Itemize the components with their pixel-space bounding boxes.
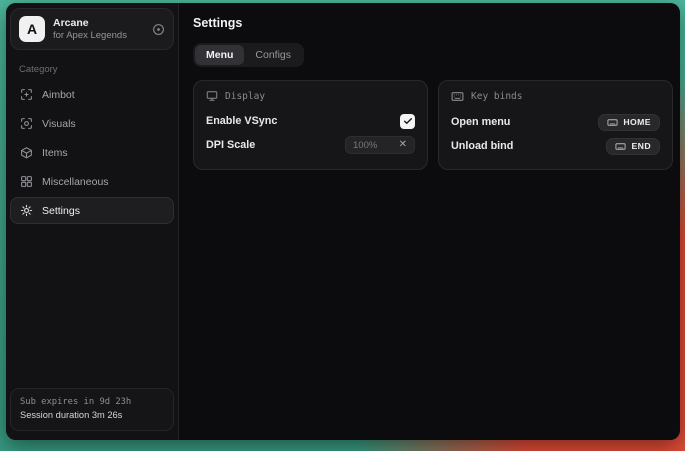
open-menu-keybind[interactable]: HOME	[598, 114, 660, 131]
crosshair-scan-icon	[20, 88, 33, 101]
category-label: Category	[19, 64, 174, 75]
app-logo: A	[19, 16, 45, 42]
session-duration-text: Session duration 3m 26s	[20, 409, 164, 423]
main-content: Settings Menu Configs Display Enable VSy…	[179, 3, 680, 440]
app-header-card: A Arcane for Apex Legends	[10, 8, 174, 50]
sidebar-item-label: Aimbot	[42, 89, 75, 101]
app-logo-letter: A	[27, 21, 37, 37]
sidebar-item-visuals[interactable]: Visuals	[10, 110, 174, 137]
open-menu-row: Open menu HOME	[451, 110, 660, 134]
sidebar-item-miscellaneous[interactable]: Miscellaneous	[10, 168, 174, 195]
display-card-title: Display	[225, 91, 265, 102]
unload-bind-row: Unload bind END	[451, 134, 660, 158]
app-subtitle: for Apex Legends	[53, 30, 144, 42]
keyboard-icon	[607, 117, 618, 128]
tab-bar: Menu Configs	[193, 43, 304, 67]
sidebar-item-label: Settings	[42, 205, 80, 217]
sidebar-item-label: Miscellaneous	[42, 176, 109, 188]
sub-expires-text: Sub expires in 9d 23h	[20, 396, 164, 409]
keyboard-icon	[451, 90, 464, 103]
keybinds-card-title: Key binds	[471, 91, 522, 102]
dpi-scale-input[interactable]: 100% ✕	[345, 136, 415, 154]
display-card: Display Enable VSync DPI Scale 100% ✕	[193, 80, 428, 170]
keyboard-icon	[615, 141, 626, 152]
vsync-label: Enable VSync	[206, 115, 277, 127]
sidebar-item-items[interactable]: Items	[10, 139, 174, 166]
keybinds-card-header: Key binds	[451, 90, 660, 103]
app-window: A Arcane for Apex Legends Category Aimbo…	[6, 3, 680, 440]
vsync-row: Enable VSync	[206, 109, 415, 133]
open-menu-label: Open menu	[451, 116, 510, 128]
dpi-scale-label: DPI Scale	[206, 139, 255, 151]
open-menu-key: HOME	[623, 117, 651, 127]
gear-icon	[20, 204, 33, 217]
clear-icon[interactable]: ✕	[399, 140, 407, 150]
sidebar-item-label: Visuals	[42, 118, 76, 130]
sidebar-item-label: Items	[42, 147, 68, 159]
package-icon	[20, 146, 33, 159]
subscription-card: Sub expires in 9d 23h Session duration 3…	[10, 388, 174, 431]
scan-eye-icon	[20, 117, 33, 130]
unload-bind-key: END	[631, 141, 651, 151]
monitor-icon	[206, 90, 218, 102]
vsync-checkbox[interactable]	[400, 114, 415, 129]
keybinds-card: Key binds Open menu HOME Unload bind	[438, 80, 673, 170]
sidebar: A Arcane for Apex Legends Category Aimbo…	[6, 3, 179, 440]
settings-cards: Display Enable VSync DPI Scale 100% ✕	[193, 80, 673, 170]
sidebar-item-settings[interactable]: Settings	[10, 197, 174, 224]
dpi-scale-row: DPI Scale 100% ✕	[206, 133, 415, 157]
dpi-scale-value: 100%	[353, 140, 377, 151]
circle-dot-icon[interactable]	[152, 23, 165, 36]
category-nav: Aimbot Visuals Items Miscellaneous	[10, 81, 174, 224]
unload-bind-keybind[interactable]: END	[606, 138, 660, 155]
app-name: Arcane	[53, 17, 144, 30]
grid-icon	[20, 175, 33, 188]
page-title: Settings	[193, 16, 673, 30]
tab-configs[interactable]: Configs	[244, 45, 302, 65]
unload-bind-label: Unload bind	[451, 140, 513, 152]
tab-menu[interactable]: Menu	[195, 45, 244, 65]
app-meta: Arcane for Apex Legends	[53, 17, 144, 42]
display-card-header: Display	[206, 90, 415, 102]
sidebar-item-aimbot[interactable]: Aimbot	[10, 81, 174, 108]
